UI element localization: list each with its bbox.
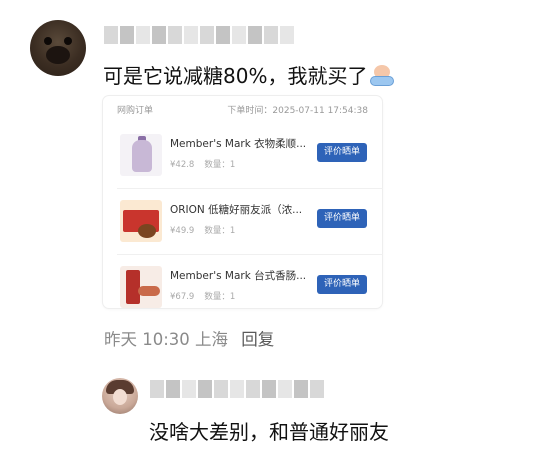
product-price: ¥67.9 bbox=[170, 292, 195, 302]
blurred-username[interactable] bbox=[104, 26, 294, 44]
comment-location: 上海 bbox=[195, 330, 229, 349]
order-time: 下单时间：2025-07-11 17:54:38 bbox=[227, 106, 368, 116]
order-item[interactable]: Member's Mark 衣物柔顺... ¥42.8 数量：1 评价晒单 bbox=[117, 128, 369, 188]
product-price: ¥49.9 bbox=[170, 226, 195, 236]
avatar-eye bbox=[64, 37, 72, 45]
product-qty: 数量：1 bbox=[204, 226, 236, 236]
review-button[interactable]: 评价晒单 bbox=[317, 143, 367, 162]
orion-chocopie-box-icon bbox=[120, 200, 162, 242]
order-card-title: 网购订单 bbox=[117, 106, 154, 116]
product-name: Member's Mark 台式香肠... bbox=[170, 270, 307, 282]
comment-text: 可是它说减糖80%，我就买了 bbox=[103, 60, 395, 89]
review-button[interactable]: 评价晒单 bbox=[317, 209, 367, 228]
fabric-softener-bottle-icon bbox=[120, 134, 162, 176]
order-card[interactable]: 网购订单 下单时间：2025-07-11 17:54:38 Member's M… bbox=[103, 96, 383, 308]
crying-emoji-icon bbox=[369, 63, 395, 87]
product-meta: ¥49.9 数量：1 bbox=[170, 224, 235, 236]
comment-meta: 昨天 10:30 上海 回复 bbox=[104, 326, 274, 350]
review-button[interactable]: 评价晒单 bbox=[317, 275, 367, 294]
avatar-face bbox=[113, 389, 127, 405]
reply-user-avatar[interactable] bbox=[102, 378, 138, 414]
reply-button[interactable]: 回复 bbox=[241, 330, 274, 349]
order-item[interactable]: Member's Mark 台式香肠... ¥67.9 数量：1 评价晒单 bbox=[117, 254, 383, 320]
sausage-pack-icon bbox=[120, 266, 162, 308]
comment-time: 昨天 10:30 bbox=[104, 330, 190, 349]
blurred-username[interactable] bbox=[150, 380, 324, 398]
product-qty: 数量：1 bbox=[204, 160, 236, 170]
order-item[interactable]: ORION 低糖好丽友派（浓... ¥49.9 数量：1 评价晒单 bbox=[117, 188, 383, 254]
reply-comment-text: 没啥大差别，和普通好丽友 bbox=[149, 420, 389, 444]
user-avatar[interactable] bbox=[30, 20, 86, 76]
avatar-eye bbox=[44, 37, 52, 45]
avatar-snout bbox=[46, 46, 70, 64]
product-price: ¥42.8 bbox=[170, 160, 195, 170]
product-name: ORION 低糖好丽友派（浓... bbox=[170, 204, 303, 216]
product-name: Member's Mark 衣物柔顺... bbox=[170, 138, 307, 150]
product-meta: ¥42.8 数量：1 bbox=[170, 158, 235, 170]
order-card-header: 网购订单 下单时间：2025-07-11 17:54:38 bbox=[117, 103, 368, 117]
product-qty: 数量：1 bbox=[204, 292, 236, 302]
product-meta: ¥67.9 数量：1 bbox=[170, 290, 235, 302]
